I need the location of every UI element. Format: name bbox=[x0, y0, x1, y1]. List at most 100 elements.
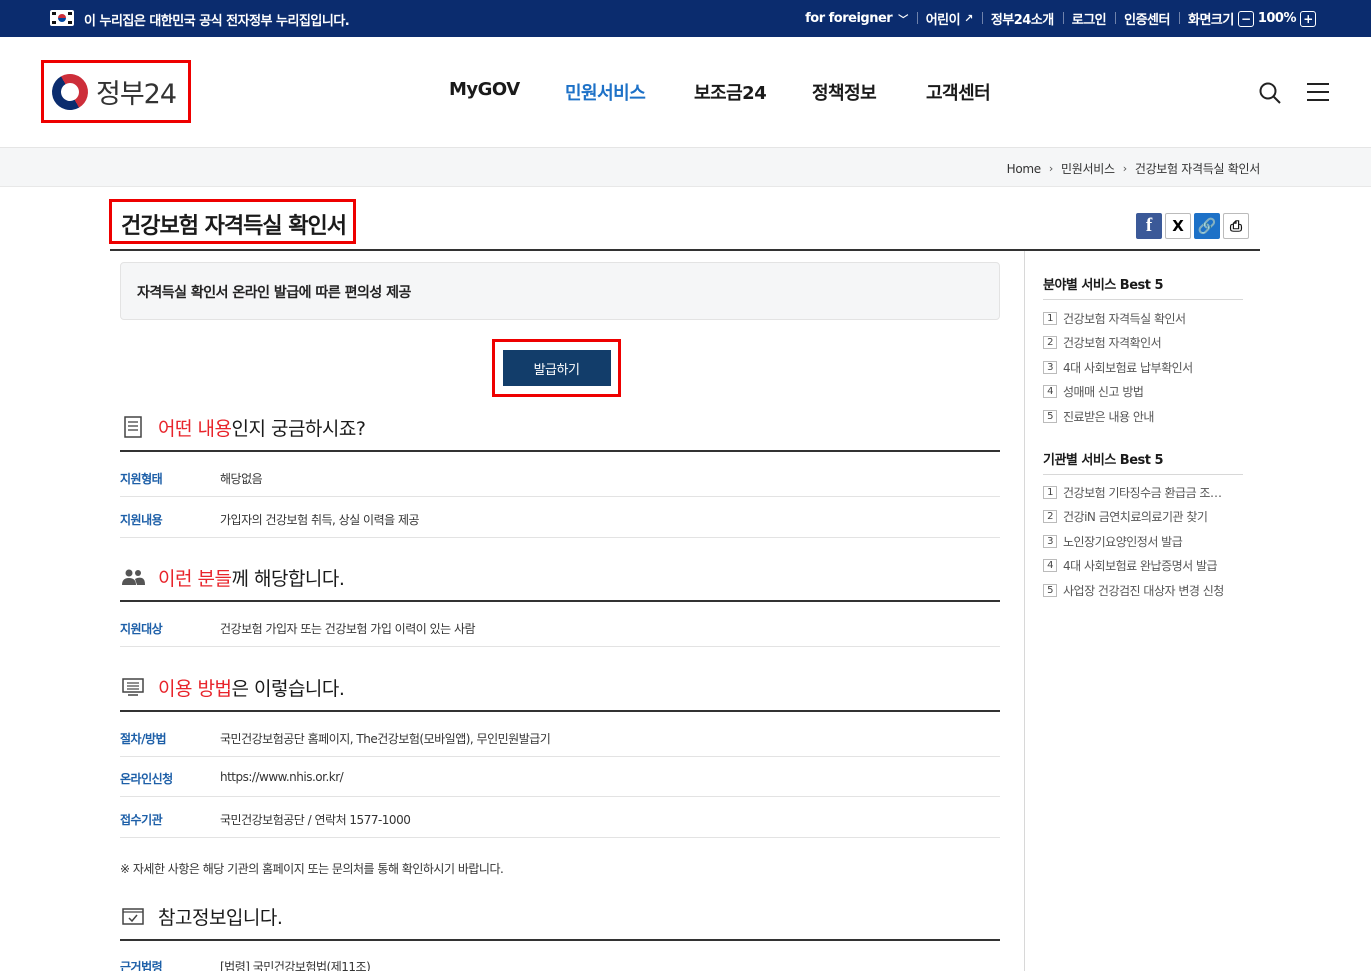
nav-subsidy[interactable]: 보조금24 bbox=[694, 79, 767, 105]
search-icon[interactable] bbox=[1259, 82, 1281, 104]
kids-label: 어린이 bbox=[925, 13, 961, 28]
login-link[interactable]: 로그인 bbox=[1062, 9, 1115, 28]
rank-number: 5 bbox=[1043, 409, 1057, 423]
breadcrumb-civil-service[interactable]: 민원서비스 bbox=[1061, 160, 1115, 177]
title-divider bbox=[110, 249, 1260, 251]
row-key: 지원형태 bbox=[120, 472, 163, 486]
share-buttons: f X 🔗 ⎙ bbox=[1136, 213, 1249, 239]
list-item-label: 건강iN 금연치료의료기관 찾기 bbox=[1063, 510, 1208, 525]
external-link-icon: ↗ bbox=[964, 12, 973, 25]
list-item-label: 노인장기요양인정서 발급 bbox=[1063, 534, 1183, 549]
print-icon[interactable]: ⎙ bbox=[1223, 213, 1249, 239]
kids-link[interactable]: 어린이 ↗ bbox=[916, 9, 982, 28]
gov-banner: 이 누리집은 대한민국 공식 전자정부 누리집입니다. for foreigne… bbox=[0, 0, 1371, 37]
list-item[interactable]: 4 성매매 신고 방법 bbox=[1043, 380, 1243, 405]
breadcrumb: Home › 민원서비스 › 건강보험 자격득실 확인서 bbox=[1007, 160, 1261, 177]
section-divider bbox=[120, 450, 1000, 452]
row-key: 근거법령 bbox=[120, 960, 163, 971]
list-item-label: 4대 사회보험료 완납증명서 발급 bbox=[1063, 559, 1218, 574]
info-row: 절차/방법 국민건강보험공단 홈페이지, The건강보험(모바일앱), 무인민원… bbox=[120, 717, 1000, 757]
section-what-rest: 인지 궁금하시죠? bbox=[231, 417, 366, 440]
zoom-control: 화면크기 − 100% + bbox=[1178, 9, 1329, 28]
issue-button[interactable]: 발급하기 bbox=[502, 350, 611, 386]
section-what-heading: 어떤 내용 인지 궁금하시죠? bbox=[120, 412, 366, 442]
section-divider bbox=[120, 939, 1000, 941]
sidebar-divider bbox=[1024, 251, 1025, 971]
rank-number: 1 bbox=[1043, 485, 1057, 499]
site-header: 정부24 MyGOV 민원서비스 보조금24 정책정보 고객센터 bbox=[0, 37, 1371, 148]
korea-flag-icon bbox=[50, 10, 74, 26]
online-apply-link[interactable]: https://www.nhis.or.kr/ bbox=[220, 770, 344, 784]
intro-label: 정부24소개 bbox=[990, 13, 1054, 28]
list-item[interactable]: 1 건강보험 기타징수금 환급금 조… bbox=[1043, 480, 1243, 505]
row-value: 건강보험 가입자 또는 건강보험 가입 이력이 있는 사람 bbox=[220, 622, 476, 636]
list-item[interactable]: 1 건강보험 자격득실 확인서 bbox=[1043, 306, 1243, 331]
info-row: 온라인신청 https://www.nhis.or.kr/ bbox=[120, 757, 1000, 797]
rank-number: 5 bbox=[1043, 583, 1057, 597]
info-row: 접수기관 국민건강보험공단 / 연락처 1577-1000 bbox=[120, 798, 1000, 838]
facebook-share-icon[interactable]: f bbox=[1136, 213, 1162, 239]
section-divider bbox=[120, 710, 1000, 712]
zoom-label: 화면크기 bbox=[1187, 13, 1234, 28]
zoom-in-button[interactable]: + bbox=[1300, 10, 1316, 27]
list-item[interactable]: 3 4대 사회보험료 납부확인서 bbox=[1043, 355, 1243, 380]
zoom-value: 100% bbox=[1257, 11, 1297, 26]
cert-center-link[interactable]: 인증센터 bbox=[1115, 9, 1179, 28]
users-icon bbox=[120, 566, 146, 588]
list-item[interactable]: 2 건강보험 자격확인서 bbox=[1043, 331, 1243, 356]
nav-civil-service[interactable]: 민원서비스 bbox=[565, 79, 646, 105]
list-item[interactable]: 4 4대 사회보험료 완납증명서 발급 bbox=[1043, 554, 1243, 579]
chevron-right-icon: › bbox=[1122, 162, 1127, 175]
nav-policy[interactable]: 정책정보 bbox=[812, 79, 877, 105]
field-best-list: 1 건강보험 자격득실 확인서 2 건강보험 자격확인서 3 4대 사회보험료 납부확… bbox=[1043, 306, 1243, 429]
apply-button-box: 발급하기 bbox=[492, 339, 621, 397]
rank-number: 4 bbox=[1043, 385, 1057, 399]
cert-center-label: 인증센터 bbox=[1124, 13, 1170, 28]
intro-link[interactable]: 정부24소개 bbox=[981, 9, 1063, 28]
page-title: 건강보험 자격득실 확인서 bbox=[121, 214, 347, 239]
hamburger-menu-icon[interactable] bbox=[1307, 83, 1329, 101]
chevron-right-icon: › bbox=[1048, 162, 1054, 175]
list-item[interactable]: 3 노인장기요양인정서 발급 bbox=[1043, 529, 1243, 554]
row-key: 온라인신청 bbox=[120, 772, 173, 786]
rank-number: 4 bbox=[1043, 559, 1057, 573]
rank-number: 2 bbox=[1043, 510, 1057, 524]
org-best-list: 1 건강보험 기타징수금 환급금 조… 2 건강iN 금연치료의료기관 찾기 3 노인… bbox=[1043, 480, 1243, 603]
law-link[interactable]: [법령] 국민건강보험법(제11조) bbox=[220, 958, 371, 971]
nav-mygov[interactable]: MyGOV bbox=[449, 79, 520, 100]
x-share-icon[interactable]: X bbox=[1165, 213, 1191, 239]
row-value: 국민건강보험공단 홈페이지, The건강보험(모바일앱), 무인민원발급기 bbox=[220, 732, 551, 746]
list-item-label: 건강보험 자격득실 확인서 bbox=[1063, 311, 1186, 326]
info-row: 지원형태 해당없음 bbox=[120, 457, 1000, 497]
screen-list-icon bbox=[120, 676, 146, 698]
utility-menu: for foreigner ﹀ 어린이 ↗ 정부24소개 로그인 인증센터 화면… bbox=[796, 0, 1329, 37]
org-best-title: 기관별 서비스 Best 5 bbox=[1043, 453, 1164, 468]
breadcrumb-bar: Home › 민원서비스 › 건강보험 자격득실 확인서 bbox=[0, 148, 1371, 187]
list-item-label: 건강보험 자격확인서 bbox=[1063, 336, 1162, 351]
row-value: 국민건강보험공단 / 연락처 1577-1000 bbox=[220, 813, 411, 827]
section-how-rest: 은 이렇습니다. bbox=[231, 677, 345, 700]
row-key: 지원내용 bbox=[120, 513, 163, 527]
rank-number: 3 bbox=[1043, 534, 1057, 548]
list-item-label: 성매매 신고 방법 bbox=[1063, 385, 1144, 400]
zoom-out-button[interactable]: − bbox=[1237, 10, 1254, 27]
list-item[interactable]: 5 사업장 건강검진 대상자 변경 신청 bbox=[1043, 578, 1243, 603]
document-icon bbox=[120, 416, 146, 438]
info-row: 지원대상 건강보험 가입자 또는 건강보험 가입 이력이 있는 사람 bbox=[120, 607, 1000, 647]
section-divider bbox=[120, 600, 1000, 602]
nav-customer-center[interactable]: 고객센터 bbox=[926, 79, 991, 105]
list-item[interactable]: 5 진료받은 내용 안내 bbox=[1043, 404, 1243, 429]
copy-link-icon[interactable]: 🔗 bbox=[1194, 213, 1220, 239]
section-ref-heading: 참고정보입니다. bbox=[120, 901, 283, 931]
main-nav: MyGOV 민원서비스 보조금24 정책정보 고객센터 bbox=[0, 79, 1371, 105]
rank-number: 3 bbox=[1043, 360, 1057, 374]
row-key: 지원대상 bbox=[120, 622, 163, 636]
breadcrumb-home[interactable]: Home bbox=[1007, 162, 1042, 176]
list-item[interactable]: 2 건강iN 금연치료의료기관 찾기 bbox=[1043, 505, 1243, 530]
row-value: 해당없음 bbox=[220, 472, 263, 486]
section-what-highlight: 어떤 내용 bbox=[158, 417, 232, 440]
field-best-title: 분야별 서비스 Best 5 bbox=[1043, 278, 1164, 293]
sidebar-divider-line bbox=[1043, 474, 1243, 475]
for-foreigner-link[interactable]: for foreigner ﹀ bbox=[796, 11, 917, 26]
section-who-highlight: 이런 분들 bbox=[158, 567, 232, 590]
